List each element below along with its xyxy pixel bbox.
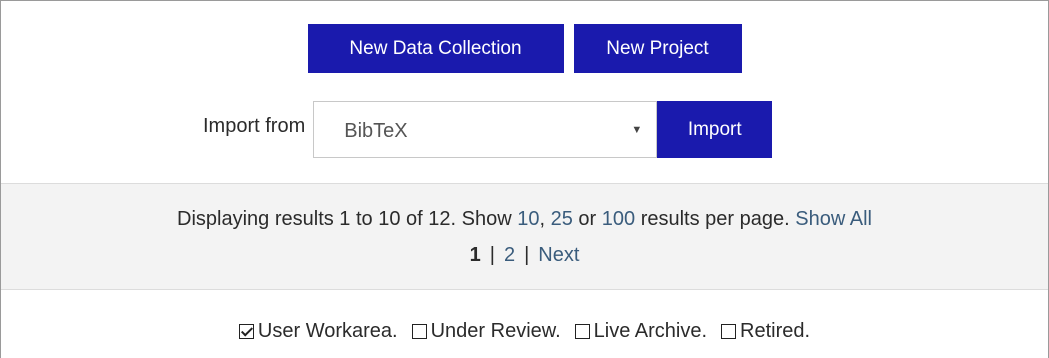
checkbox-icon[interactable] (411, 324, 427, 339)
pager-separator: | (524, 244, 530, 266)
page-2-link[interactable]: 2 (504, 244, 515, 266)
checkbox-icon[interactable] (721, 324, 737, 339)
next-page-link[interactable]: Next (538, 244, 579, 266)
filter-label: Retired. (740, 320, 811, 342)
pagination: 1 | 2 | Next (1, 244, 1048, 267)
import-from-label: Import from (203, 115, 306, 137)
show-all-link[interactable]: Show All (795, 208, 872, 230)
checkbox-checked-icon[interactable] (238, 324, 254, 339)
filter-retired[interactable]: Retired. (721, 320, 810, 343)
filter-label: Under Review. (430, 320, 561, 342)
import-format-value: BibTeX (344, 120, 408, 142)
pager-separator: | (489, 244, 495, 266)
results-summary: Displaying results 1 to 10 of 12. Show 1… (1, 208, 1048, 231)
per-page-10-link[interactable]: 10 (517, 208, 539, 230)
filter-under-review[interactable]: Under Review. (411, 320, 561, 343)
import-row: Import from BibTeX ▼ Import (203, 101, 773, 158)
results-or: or (578, 208, 597, 230)
per-page-100-link[interactable]: 100 (602, 208, 635, 230)
import-button[interactable]: Import (657, 101, 773, 158)
filter-live-archive[interactable]: Live Archive. (574, 320, 708, 343)
results-band: Displaying results 1 to 10 of 12. Show 1… (1, 183, 1048, 290)
checkbox-icon[interactable] (574, 324, 590, 339)
new-project-button[interactable]: New Project (573, 24, 742, 73)
action-buttons: New Data Collection New Project (0, 24, 1049, 73)
filter-label: Live Archive. (593, 320, 708, 342)
per-page-25-link[interactable]: 25 (551, 208, 573, 230)
status-filters: User Workarea. Under Review. Live Archiv… (0, 320, 1049, 343)
filter-user-workarea[interactable]: User Workarea. (238, 320, 398, 343)
chevron-down-icon: ▼ (631, 124, 643, 136)
import-format-select[interactable]: BibTeX ▼ (313, 101, 658, 158)
filter-label: User Workarea. (257, 320, 398, 342)
results-comma: , (539, 208, 546, 230)
results-prefix: Displaying results 1 to 10 of 12. Show (177, 208, 512, 230)
current-page: 1 (469, 244, 481, 266)
new-data-collection-button[interactable]: New Data Collection (307, 24, 564, 73)
results-suffix: results per page. (640, 208, 790, 230)
